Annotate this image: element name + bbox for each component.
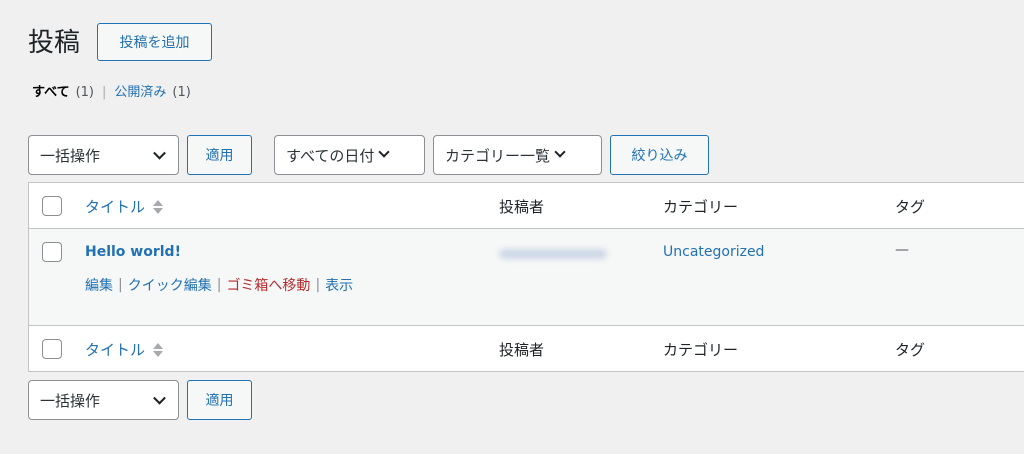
table-footer: タイトル 投稿者 カテゴリー タグ [29,325,1024,371]
column-title-label: タイトル [85,198,146,216]
chevron-down-icon [153,146,166,160]
view-separator: | [102,85,107,100]
view-published-link[interactable]: 公開済み [114,83,166,103]
chevron-down-icon [554,146,566,158]
category-filter-select-value: カテゴリー一覧 [445,146,551,165]
row-actions: 編集 | クイック編集 | ゴミ箱へ移動 | 表示 [85,275,353,295]
column-author-label: 投稿者 [499,341,545,359]
edit-link[interactable]: 編集 [85,275,113,295]
view-all-count: (1) [75,85,94,100]
column-tags-label: タグ [895,341,926,359]
sort-icon [153,199,164,214]
date-filter-select[interactable]: すべての日付 [274,135,425,175]
action-separator: | [118,277,123,293]
date-filter-select-value: すべての日付 [286,146,375,165]
author-name-blurred[interactable] [499,249,607,259]
column-tags-label: タグ [895,198,926,216]
row-checkbox[interactable] [42,242,62,262]
select-all-checkbox[interactable] [42,196,62,216]
post-status-views: すべて (1) | 公開済み (1) [32,83,191,103]
bulk-action-select-bottom[interactable]: 一括操作 [28,380,179,420]
filter-button[interactable]: 絞り込み [610,135,709,175]
column-title-sort-link[interactable]: タイトル [85,196,164,217]
category-link[interactable]: Uncategorized [663,244,764,260]
action-separator: | [315,277,321,293]
bulk-action-select-top[interactable]: 一括操作 [28,135,179,175]
chevron-down-icon [378,146,391,158]
column-title-sort-link-footer[interactable]: タイトル [85,339,164,360]
post-title-link[interactable]: Hello world! [85,244,181,260]
sort-icon [153,342,164,357]
column-title-label: タイトル [85,341,146,359]
action-separator: | [216,277,222,293]
apply-button-top[interactable]: 適用 [187,135,252,175]
page-title: 投稿 [28,28,81,58]
column-categories-label: カテゴリー [663,198,739,216]
trash-link[interactable]: ゴミ箱へ移動 [226,275,310,295]
select-all-checkbox-footer[interactable] [42,339,62,359]
tags-value: — [895,242,909,258]
category-filter-select[interactable]: カテゴリー一覧 [433,135,602,175]
view-published-count: (1) [172,85,191,100]
column-categories-label: カテゴリー [663,341,739,359]
table-header: タイトル 投稿者 カテゴリー タグ [29,183,1024,229]
posts-table: タイトル 投稿者 カテゴリー タグ Hello world! 編集 | クイック… [28,182,1024,372]
add-new-post-button[interactable]: 投稿を追加 [97,23,212,61]
view-link[interactable]: 表示 [325,275,353,295]
bulk-action-select-bottom-value: 一括操作 [40,391,101,410]
apply-button-bottom[interactable]: 適用 [187,380,252,420]
table-row: Hello world! 編集 | クイック編集 | ゴミ箱へ移動 | 表示 U… [29,229,1024,325]
view-all-label[interactable]: すべて [32,83,70,103]
quick-edit-link[interactable]: クイック編集 [128,275,212,295]
bulk-action-select-top-value: 一括操作 [40,146,101,165]
column-author-label: 投稿者 [499,198,545,216]
chevron-down-icon [153,391,166,405]
